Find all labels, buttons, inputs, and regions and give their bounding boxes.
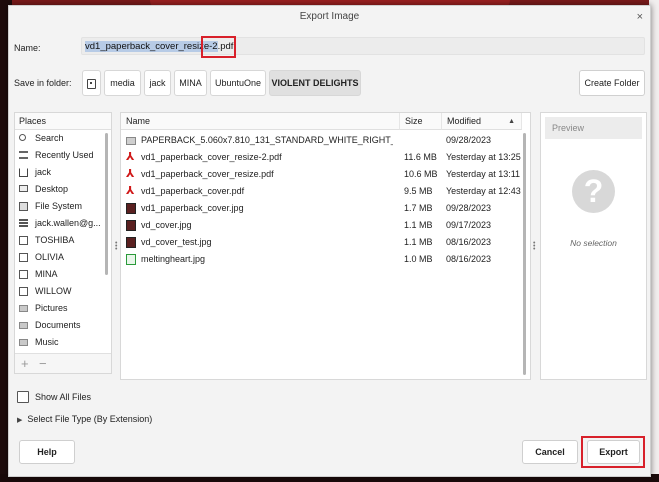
question-mark-icon: ? bbox=[572, 170, 615, 213]
sort-ascending-icon: ▲ bbox=[508, 118, 515, 125]
preview-panel: Preview ? No selection bbox=[540, 112, 647, 380]
highlight-box-extension bbox=[201, 36, 236, 58]
place-willow[interactable]: WILLOW bbox=[15, 283, 111, 300]
expander-arrow-icon: ▶ bbox=[17, 417, 23, 424]
place-search[interactable]: Search bbox=[15, 130, 111, 147]
file-row[interactable]: vd_cover_test.jpg 1.1 MB 08/16/2023 bbox=[121, 234, 521, 251]
place-mina[interactable]: MINA bbox=[15, 266, 111, 283]
crumb-media[interactable]: media bbox=[104, 70, 141, 96]
place-recently-used[interactable]: Recently Used bbox=[15, 147, 111, 164]
file-row[interactable]: ⅄ vd1_paperback_cover.pdf 9.5 MB Yesterday … bbox=[121, 183, 521, 200]
place-documents[interactable]: Documents bbox=[15, 317, 111, 334]
crumb-ubuntuone[interactable]: UbuntuOne bbox=[210, 70, 266, 96]
folder-icon bbox=[19, 305, 28, 312]
file-row[interactable]: ⅄ vd1_paperback_cover_resize-2.pdf 11.6 MB… bbox=[121, 149, 521, 166]
place-file-system[interactable]: File System bbox=[15, 198, 111, 215]
pdf-icon: ⅄ bbox=[126, 168, 135, 180]
file-row[interactable]: ⅄ vd1_paperback_cover_resize.pdf 10.6 MB Ye… bbox=[121, 166, 521, 183]
crumb-mina[interactable]: MINA bbox=[174, 70, 207, 96]
places-panel: Places Search Recently Used jack Desktop… bbox=[14, 112, 112, 374]
place-jack[interactable]: jack bbox=[15, 164, 111, 181]
image-icon bbox=[126, 220, 136, 231]
column-size[interactable]: Size bbox=[400, 113, 442, 130]
folder-icon bbox=[19, 322, 28, 329]
cancel-button[interactable]: Cancel bbox=[522, 440, 578, 464]
folder-icon bbox=[19, 339, 28, 346]
pane-drag-handle[interactable]: • • • bbox=[115, 240, 118, 253]
filename-input[interactable]: vd1_paperback_cover_resize-2.pdf bbox=[81, 37, 645, 55]
place-toshiba[interactable]: TOSHIBA bbox=[15, 232, 111, 249]
crumb-root[interactable] bbox=[82, 70, 101, 96]
pane-drag-handle[interactable]: • • • bbox=[533, 240, 536, 253]
places-scrollbar[interactable] bbox=[105, 133, 108, 275]
name-label: Name: bbox=[14, 43, 41, 53]
file-row[interactable]: meltingheart.jpg 1.0 MB 08/16/2023 bbox=[121, 251, 521, 268]
select-file-type-expander[interactable]: ▶ Select File Type (By Extension) bbox=[17, 414, 152, 424]
export-image-dialog: Export Image × Name: vd1_paperback_cover… bbox=[8, 5, 651, 477]
place-desktop[interactable]: Desktop bbox=[15, 181, 111, 198]
show-all-files-label: Show All Files bbox=[35, 392, 92, 402]
drive-icon bbox=[19, 270, 28, 279]
remove-place-button[interactable]: − bbox=[39, 356, 47, 371]
folder-icon bbox=[126, 137, 136, 145]
places-footer: + − bbox=[15, 353, 111, 373]
file-row[interactable]: PAPERBACK_5.060x7.810_131_STANDARD_WHITE… bbox=[121, 132, 521, 149]
place-olivia[interactable]: OLIVIA bbox=[15, 249, 111, 266]
place-pictures[interactable]: Pictures bbox=[15, 300, 111, 317]
filesystem-icon bbox=[19, 202, 28, 211]
crumb-jack[interactable]: jack bbox=[144, 70, 171, 96]
add-place-button[interactable]: + bbox=[21, 356, 29, 371]
column-name[interactable]: Name bbox=[121, 113, 400, 130]
create-folder-button[interactable]: Create Folder bbox=[579, 70, 645, 96]
highlight-box-export bbox=[581, 436, 645, 468]
close-icon[interactable]: × bbox=[637, 6, 643, 28]
drive-icon bbox=[19, 253, 28, 262]
file-row[interactable]: vd_cover.jpg 1.1 MB 09/17/2023 bbox=[121, 217, 521, 234]
dialog-title: Export Image bbox=[299, 11, 360, 22]
image-icon bbox=[126, 203, 136, 214]
drive-icon bbox=[19, 236, 28, 245]
file-list-scrollbar[interactable] bbox=[523, 133, 526, 375]
crumb-violent-delights[interactable]: VIOLENT DELIGHTS bbox=[269, 70, 361, 96]
drive-icon bbox=[19, 287, 28, 296]
image-icon bbox=[126, 237, 136, 248]
file-list: Name Size Modified ▲ PAPERBACK_5.060x7.81… bbox=[120, 112, 531, 380]
drive-icon bbox=[87, 78, 96, 89]
place-music[interactable]: Music bbox=[15, 334, 111, 351]
pdf-icon: ⅄ bbox=[126, 151, 135, 163]
filename-selected-text: vd1_paperback_cover_resize-2 bbox=[85, 41, 218, 52]
save-in-label: Save in folder: bbox=[14, 78, 72, 88]
show-all-files-checkbox[interactable] bbox=[17, 391, 29, 403]
pdf-icon: ⅄ bbox=[126, 185, 135, 197]
home-icon bbox=[19, 168, 28, 177]
desktop-icon bbox=[19, 185, 28, 192]
recent-icon bbox=[19, 151, 28, 159]
preview-header: Preview bbox=[545, 117, 642, 139]
png-icon bbox=[126, 254, 136, 265]
network-icon bbox=[19, 219, 28, 228]
places-header[interactable]: Places bbox=[15, 113, 111, 130]
no-selection-text: No selection bbox=[570, 238, 617, 248]
place-network[interactable]: jack.wallen@g... bbox=[15, 215, 111, 232]
help-button[interactable]: Help bbox=[19, 440, 75, 464]
column-modified[interactable]: Modified ▲ bbox=[442, 113, 522, 130]
file-row[interactable]: vd1_paperback_cover.jpg 1.7 MB 09/28/2023 bbox=[121, 200, 521, 217]
search-icon bbox=[19, 134, 26, 141]
